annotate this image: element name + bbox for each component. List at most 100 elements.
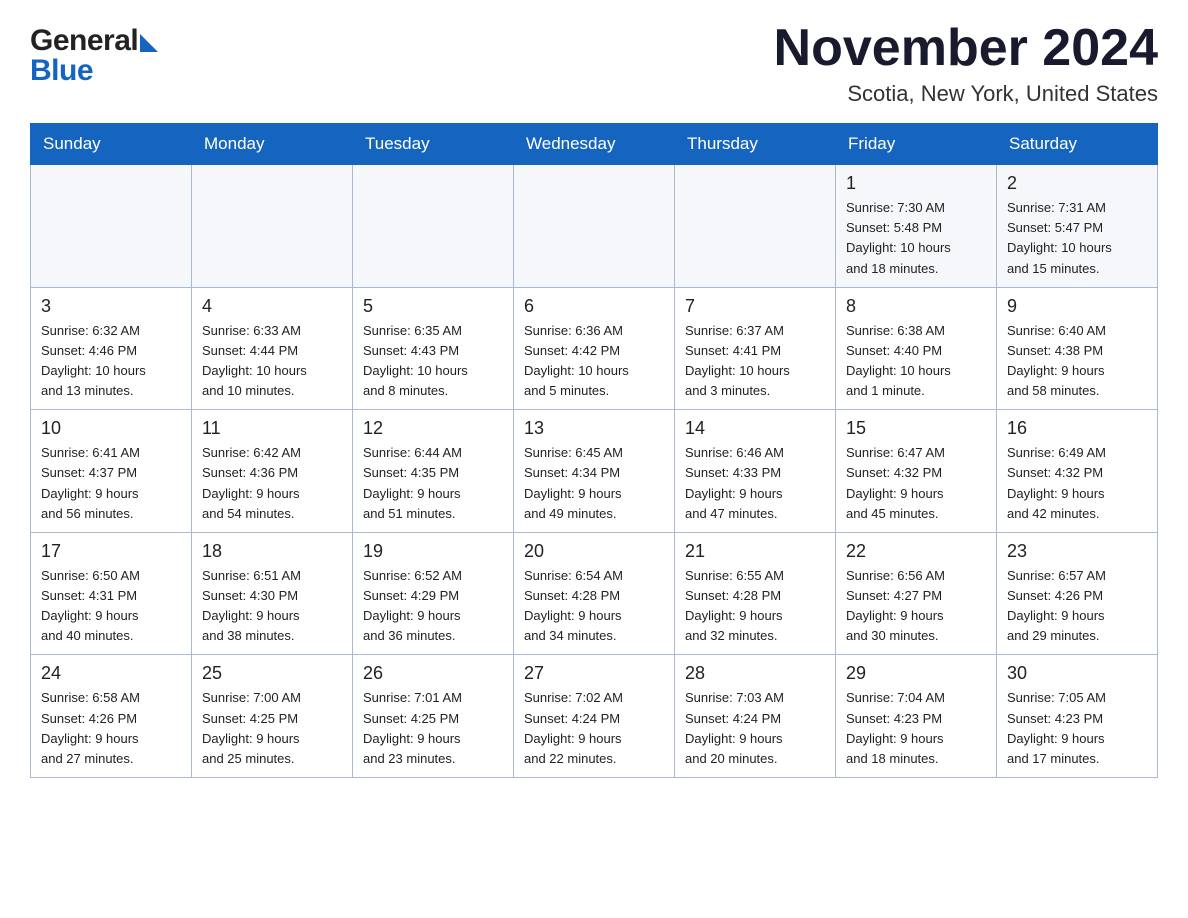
calendar-cell	[514, 165, 675, 288]
day-info: Sunrise: 6:57 AM Sunset: 4:26 PM Dayligh…	[1007, 568, 1106, 643]
day-number: 28	[685, 663, 825, 684]
calendar-cell: 1 Sunrise: 7:30 AM Sunset: 5:48 PM Daylig…	[836, 165, 997, 288]
calendar-cell: 16 Sunrise: 6:49 AM Sunset: 4:32 PM Dayli…	[997, 410, 1158, 533]
day-number: 24	[41, 663, 181, 684]
calendar-weekday-wednesday: Wednesday	[514, 124, 675, 165]
calendar-cell	[675, 165, 836, 288]
calendar-week-row-5: 24 Sunrise: 6:58 AM Sunset: 4:26 PM Dayli…	[31, 655, 1158, 778]
day-number: 6	[524, 296, 664, 317]
day-info: Sunrise: 6:42 AM Sunset: 4:36 PM Dayligh…	[202, 445, 301, 520]
calendar-week-row-2: 3 Sunrise: 6:32 AM Sunset: 4:46 PM Daylig…	[31, 287, 1158, 410]
day-number: 13	[524, 418, 664, 439]
day-number: 5	[363, 296, 503, 317]
day-number: 4	[202, 296, 342, 317]
day-number: 26	[363, 663, 503, 684]
day-info: Sunrise: 6:45 AM Sunset: 4:34 PM Dayligh…	[524, 445, 623, 520]
day-number: 19	[363, 541, 503, 562]
calendar-cell: 29Sunrise: 7:04 AM Sunset: 4:23 PM Dayli…	[836, 655, 997, 778]
calendar-cell: 23 Sunrise: 6:57 AM Sunset: 4:26 PM Dayli…	[997, 532, 1158, 655]
title-section: November 2024 Scotia, New York, United S…	[774, 20, 1158, 107]
day-info: Sunrise: 6:55 AM Sunset: 4:28 PM Dayligh…	[685, 568, 784, 643]
day-info: Sunrise: 6:56 AM Sunset: 4:27 PM Dayligh…	[846, 568, 945, 643]
calendar-weekday-friday: Friday	[836, 124, 997, 165]
calendar-weekday-saturday: Saturday	[997, 124, 1158, 165]
calendar-cell: 19 Sunrise: 6:52 AM Sunset: 4:29 PM Dayli…	[353, 532, 514, 655]
day-number: 11	[202, 418, 342, 439]
day-info: Sunrise: 6:54 AM Sunset: 4:28 PM Dayligh…	[524, 568, 623, 643]
calendar-table: SundayMondayTuesdayWednesdayThursdayFrid…	[30, 123, 1158, 778]
calendar-cell: 20Sunrise: 6:54 AM Sunset: 4:28 PM Dayli…	[514, 532, 675, 655]
day-number: 16	[1007, 418, 1147, 439]
calendar-cell: 26 Sunrise: 7:01 AM Sunset: 4:25 PM Dayli…	[353, 655, 514, 778]
calendar-cell: 14Sunrise: 6:46 AM Sunset: 4:33 PM Dayli…	[675, 410, 836, 533]
calendar-cell: 3 Sunrise: 6:32 AM Sunset: 4:46 PM Daylig…	[31, 287, 192, 410]
calendar-cell	[353, 165, 514, 288]
calendar-cell: 10Sunrise: 6:41 AM Sunset: 4:37 PM Dayli…	[31, 410, 192, 533]
calendar-weekday-sunday: Sunday	[31, 124, 192, 165]
day-number: 25	[202, 663, 342, 684]
day-number: 22	[846, 541, 986, 562]
calendar-week-row-3: 10Sunrise: 6:41 AM Sunset: 4:37 PM Dayli…	[31, 410, 1158, 533]
calendar-cell: 12 Sunrise: 6:44 AM Sunset: 4:35 PM Dayli…	[353, 410, 514, 533]
day-number: 27	[524, 663, 664, 684]
calendar-cell	[192, 165, 353, 288]
location: Scotia, New York, United States	[774, 81, 1158, 107]
page-header: General Blue November 2024 Scotia, New Y…	[30, 20, 1158, 107]
day-number: 12	[363, 418, 503, 439]
day-info: Sunrise: 7:02 AM Sunset: 4:24 PM Dayligh…	[524, 690, 623, 765]
day-info: Sunrise: 6:58 AM Sunset: 4:26 PM Dayligh…	[41, 690, 140, 765]
calendar-cell: 9Sunrise: 6:40 AM Sunset: 4:38 PM Daylig…	[997, 287, 1158, 410]
day-info: Sunrise: 6:37 AM Sunset: 4:41 PM Dayligh…	[685, 323, 790, 398]
calendar-header-row: SundayMondayTuesdayWednesdayThursdayFrid…	[31, 124, 1158, 165]
logo-blue-text: Blue	[30, 54, 93, 88]
calendar-week-row-4: 17 Sunrise: 6:50 AM Sunset: 4:31 PM Dayli…	[31, 532, 1158, 655]
calendar-cell: 25 Sunrise: 7:00 AM Sunset: 4:25 PM Dayli…	[192, 655, 353, 778]
day-info: Sunrise: 7:00 AM Sunset: 4:25 PM Dayligh…	[202, 690, 301, 765]
calendar-cell: 11 Sunrise: 6:42 AM Sunset: 4:36 PM Dayli…	[192, 410, 353, 533]
day-number: 1	[846, 173, 986, 194]
calendar-cell: 24 Sunrise: 6:58 AM Sunset: 4:26 PM Dayli…	[31, 655, 192, 778]
calendar-weekday-monday: Monday	[192, 124, 353, 165]
day-info: Sunrise: 6:49 AM Sunset: 4:32 PM Dayligh…	[1007, 445, 1106, 520]
calendar-cell	[31, 165, 192, 288]
day-info: Sunrise: 7:31 AM Sunset: 5:47 PM Dayligh…	[1007, 200, 1112, 275]
day-info: Sunrise: 6:32 AM Sunset: 4:46 PM Dayligh…	[41, 323, 146, 398]
calendar-cell: 15Sunrise: 6:47 AM Sunset: 4:32 PM Dayli…	[836, 410, 997, 533]
day-number: 23	[1007, 541, 1147, 562]
calendar-weekday-thursday: Thursday	[675, 124, 836, 165]
calendar-cell: 27 Sunrise: 7:02 AM Sunset: 4:24 PM Dayli…	[514, 655, 675, 778]
logo: General Blue	[30, 20, 158, 88]
day-info: Sunrise: 6:38 AM Sunset: 4:40 PM Dayligh…	[846, 323, 951, 398]
calendar-cell: 18Sunrise: 6:51 AM Sunset: 4:30 PM Dayli…	[192, 532, 353, 655]
day-number: 30	[1007, 663, 1147, 684]
day-info: Sunrise: 7:30 AM Sunset: 5:48 PM Dayligh…	[846, 200, 951, 275]
day-info: Sunrise: 6:35 AM Sunset: 4:43 PM Dayligh…	[363, 323, 468, 398]
calendar-cell: 28 Sunrise: 7:03 AM Sunset: 4:24 PM Dayli…	[675, 655, 836, 778]
day-number: 3	[41, 296, 181, 317]
calendar-cell: 5 Sunrise: 6:35 AM Sunset: 4:43 PM Daylig…	[353, 287, 514, 410]
day-number: 10	[41, 418, 181, 439]
day-info: Sunrise: 7:01 AM Sunset: 4:25 PM Dayligh…	[363, 690, 462, 765]
logo-arrow-icon	[140, 34, 158, 52]
day-number: 7	[685, 296, 825, 317]
day-number: 17	[41, 541, 181, 562]
calendar-cell: 30Sunrise: 7:05 AM Sunset: 4:23 PM Dayli…	[997, 655, 1158, 778]
calendar-week-row-1: 1 Sunrise: 7:30 AM Sunset: 5:48 PM Daylig…	[31, 165, 1158, 288]
day-info: Sunrise: 6:51 AM Sunset: 4:30 PM Dayligh…	[202, 568, 301, 643]
day-info: Sunrise: 6:40 AM Sunset: 4:38 PM Dayligh…	[1007, 323, 1106, 398]
day-info: Sunrise: 6:46 AM Sunset: 4:33 PM Dayligh…	[685, 445, 784, 520]
month-title: November 2024	[774, 20, 1158, 77]
day-number: 21	[685, 541, 825, 562]
day-info: Sunrise: 6:50 AM Sunset: 4:31 PM Dayligh…	[41, 568, 140, 643]
calendar-cell: 8Sunrise: 6:38 AM Sunset: 4:40 PM Daylig…	[836, 287, 997, 410]
day-info: Sunrise: 7:03 AM Sunset: 4:24 PM Dayligh…	[685, 690, 784, 765]
calendar-cell: 6Sunrise: 6:36 AM Sunset: 4:42 PM Daylig…	[514, 287, 675, 410]
logo-general-text: General	[30, 24, 138, 58]
calendar-cell: 22 Sunrise: 6:56 AM Sunset: 4:27 PM Dayli…	[836, 532, 997, 655]
calendar-cell: 21 Sunrise: 6:55 AM Sunset: 4:28 PM Dayli…	[675, 532, 836, 655]
day-number: 15	[846, 418, 986, 439]
day-info: Sunrise: 6:52 AM Sunset: 4:29 PM Dayligh…	[363, 568, 462, 643]
calendar-weekday-tuesday: Tuesday	[353, 124, 514, 165]
day-info: Sunrise: 6:33 AM Sunset: 4:44 PM Dayligh…	[202, 323, 307, 398]
day-info: Sunrise: 6:44 AM Sunset: 4:35 PM Dayligh…	[363, 445, 462, 520]
